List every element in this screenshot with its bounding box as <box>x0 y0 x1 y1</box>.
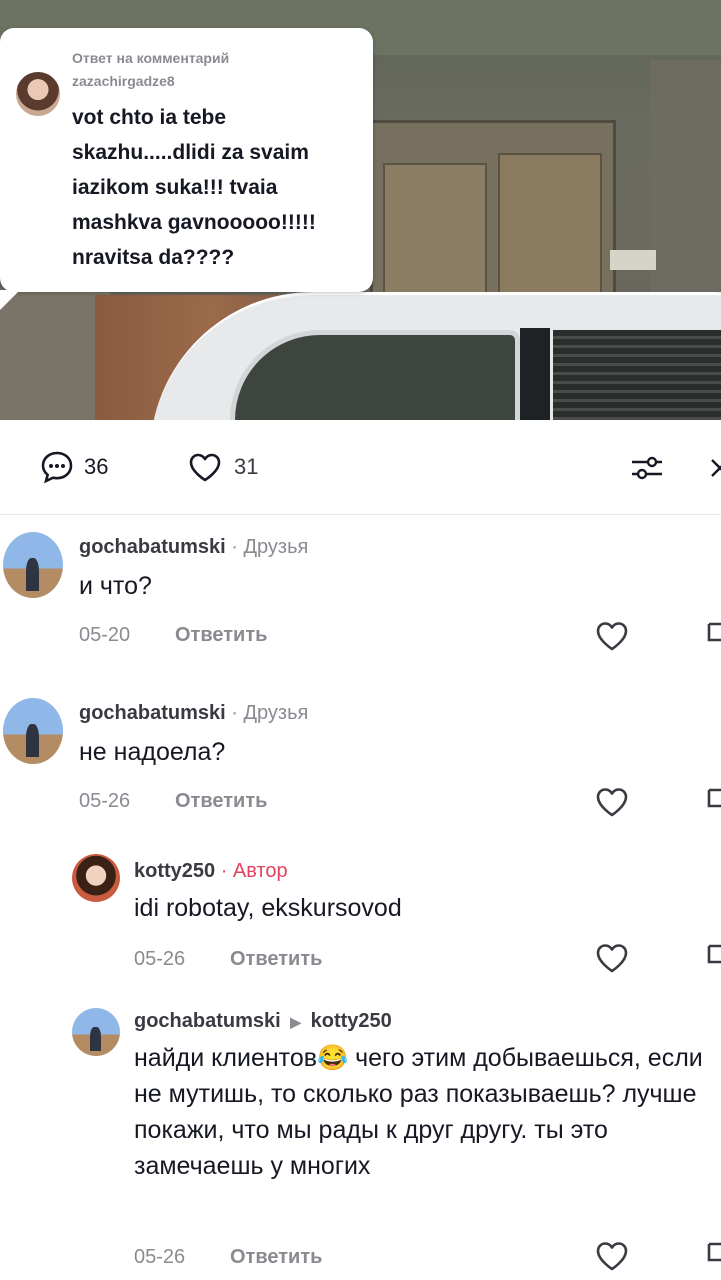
comments-stats-bar: 36 31 <box>0 420 721 515</box>
comment-date: 05-20 <box>79 624 131 646</box>
car-grille <box>553 330 721 420</box>
dislike-icon[interactable] <box>706 784 721 825</box>
avatar[interactable] <box>3 532 63 598</box>
comments-count: 36 <box>84 454 109 479</box>
reply-button[interactable]: Ответить <box>230 1246 322 1269</box>
comment-username[interactable]: gochabatumski · Друзья <box>79 702 308 725</box>
sticker-username: zazachirgadze8 <box>72 73 175 89</box>
laughing-emoji: 😂 <box>317 1044 349 1072</box>
video-frame[interactable]: Ответ на комментарий zazachirgadze8 vot … <box>0 0 721 420</box>
comment-text: найди клиентов😂 чего этим добываешься, е… <box>134 1044 703 1180</box>
reply-to-comment-sticker: Ответ на комментарий zazachirgadze8 vot … <box>0 28 373 310</box>
likes-count: 31 <box>234 454 259 479</box>
heart-outline-icon[interactable] <box>594 620 630 657</box>
sliders-icon[interactable] <box>630 454 664 487</box>
background-wall <box>650 60 721 310</box>
background-notice <box>610 250 656 270</box>
comment-username[interactable]: gochabatumski ▶ kotty250 <box>134 1010 392 1033</box>
dislike-icon[interactable] <box>706 940 721 981</box>
heart-outline-icon[interactable] <box>594 1240 630 1277</box>
sticker-header: Ответ на комментарий <box>72 50 230 66</box>
comment-date: 05-26 <box>134 1246 186 1268</box>
comment-text: и что? <box>79 572 152 600</box>
close-icon[interactable] <box>708 456 721 485</box>
reply-button[interactable]: Ответить <box>175 624 267 647</box>
comment-username[interactable]: gochabatumski · Друзья <box>79 536 308 559</box>
heart-outline-icon[interactable] <box>594 786 630 823</box>
reply-button[interactable]: Ответить <box>230 948 322 971</box>
comment-bubble-icon[interactable] <box>40 450 74 489</box>
comment-text: idi robotay, ekskursovod <box>134 894 402 922</box>
avatar[interactable] <box>3 698 63 764</box>
avatar[interactable] <box>72 1008 120 1056</box>
avatar <box>16 72 60 116</box>
comment-date: 05-26 <box>134 948 186 970</box>
comment-item: gochabatumski · Друзья и что? 05-20 Отве… <box>0 514 721 679</box>
author-tag: · Автор <box>220 860 288 882</box>
comment-date: 05-26 <box>79 790 131 812</box>
car-window <box>230 330 520 420</box>
comment-reply-item: gochabatumski ▶ kotty250 найди клиентов😂… <box>0 1000 721 1280</box>
heart-outline-icon[interactable] <box>594 942 630 979</box>
comment-username[interactable]: kotty250 · Автор <box>134 860 288 883</box>
reply-arrow-icon: ▶ <box>290 1014 302 1030</box>
reply-to-username[interactable]: kotty250 <box>311 1010 392 1032</box>
friends-tag: · Друзья <box>231 702 309 724</box>
friends-tag: · Друзья <box>231 536 309 558</box>
comment-item: gochabatumski · Друзья не надоела? 05-26… <box>0 680 721 845</box>
dislike-icon[interactable] <box>706 618 721 659</box>
dislike-icon[interactable] <box>706 1238 721 1279</box>
reply-button[interactable]: Ответить <box>175 790 267 813</box>
avatar[interactable] <box>72 854 120 902</box>
background-wall-left <box>0 290 110 420</box>
sticker-comment-text: vot chto ia tebe skazhu.....dlidi za sva… <box>72 106 316 269</box>
car-pillar <box>520 328 550 420</box>
heart-outline-icon[interactable] <box>188 452 222 487</box>
comment-reply-item: kotty250 · Автор idi robotay, ekskursovo… <box>0 846 721 1001</box>
comment-text: не надоела? <box>79 738 226 766</box>
